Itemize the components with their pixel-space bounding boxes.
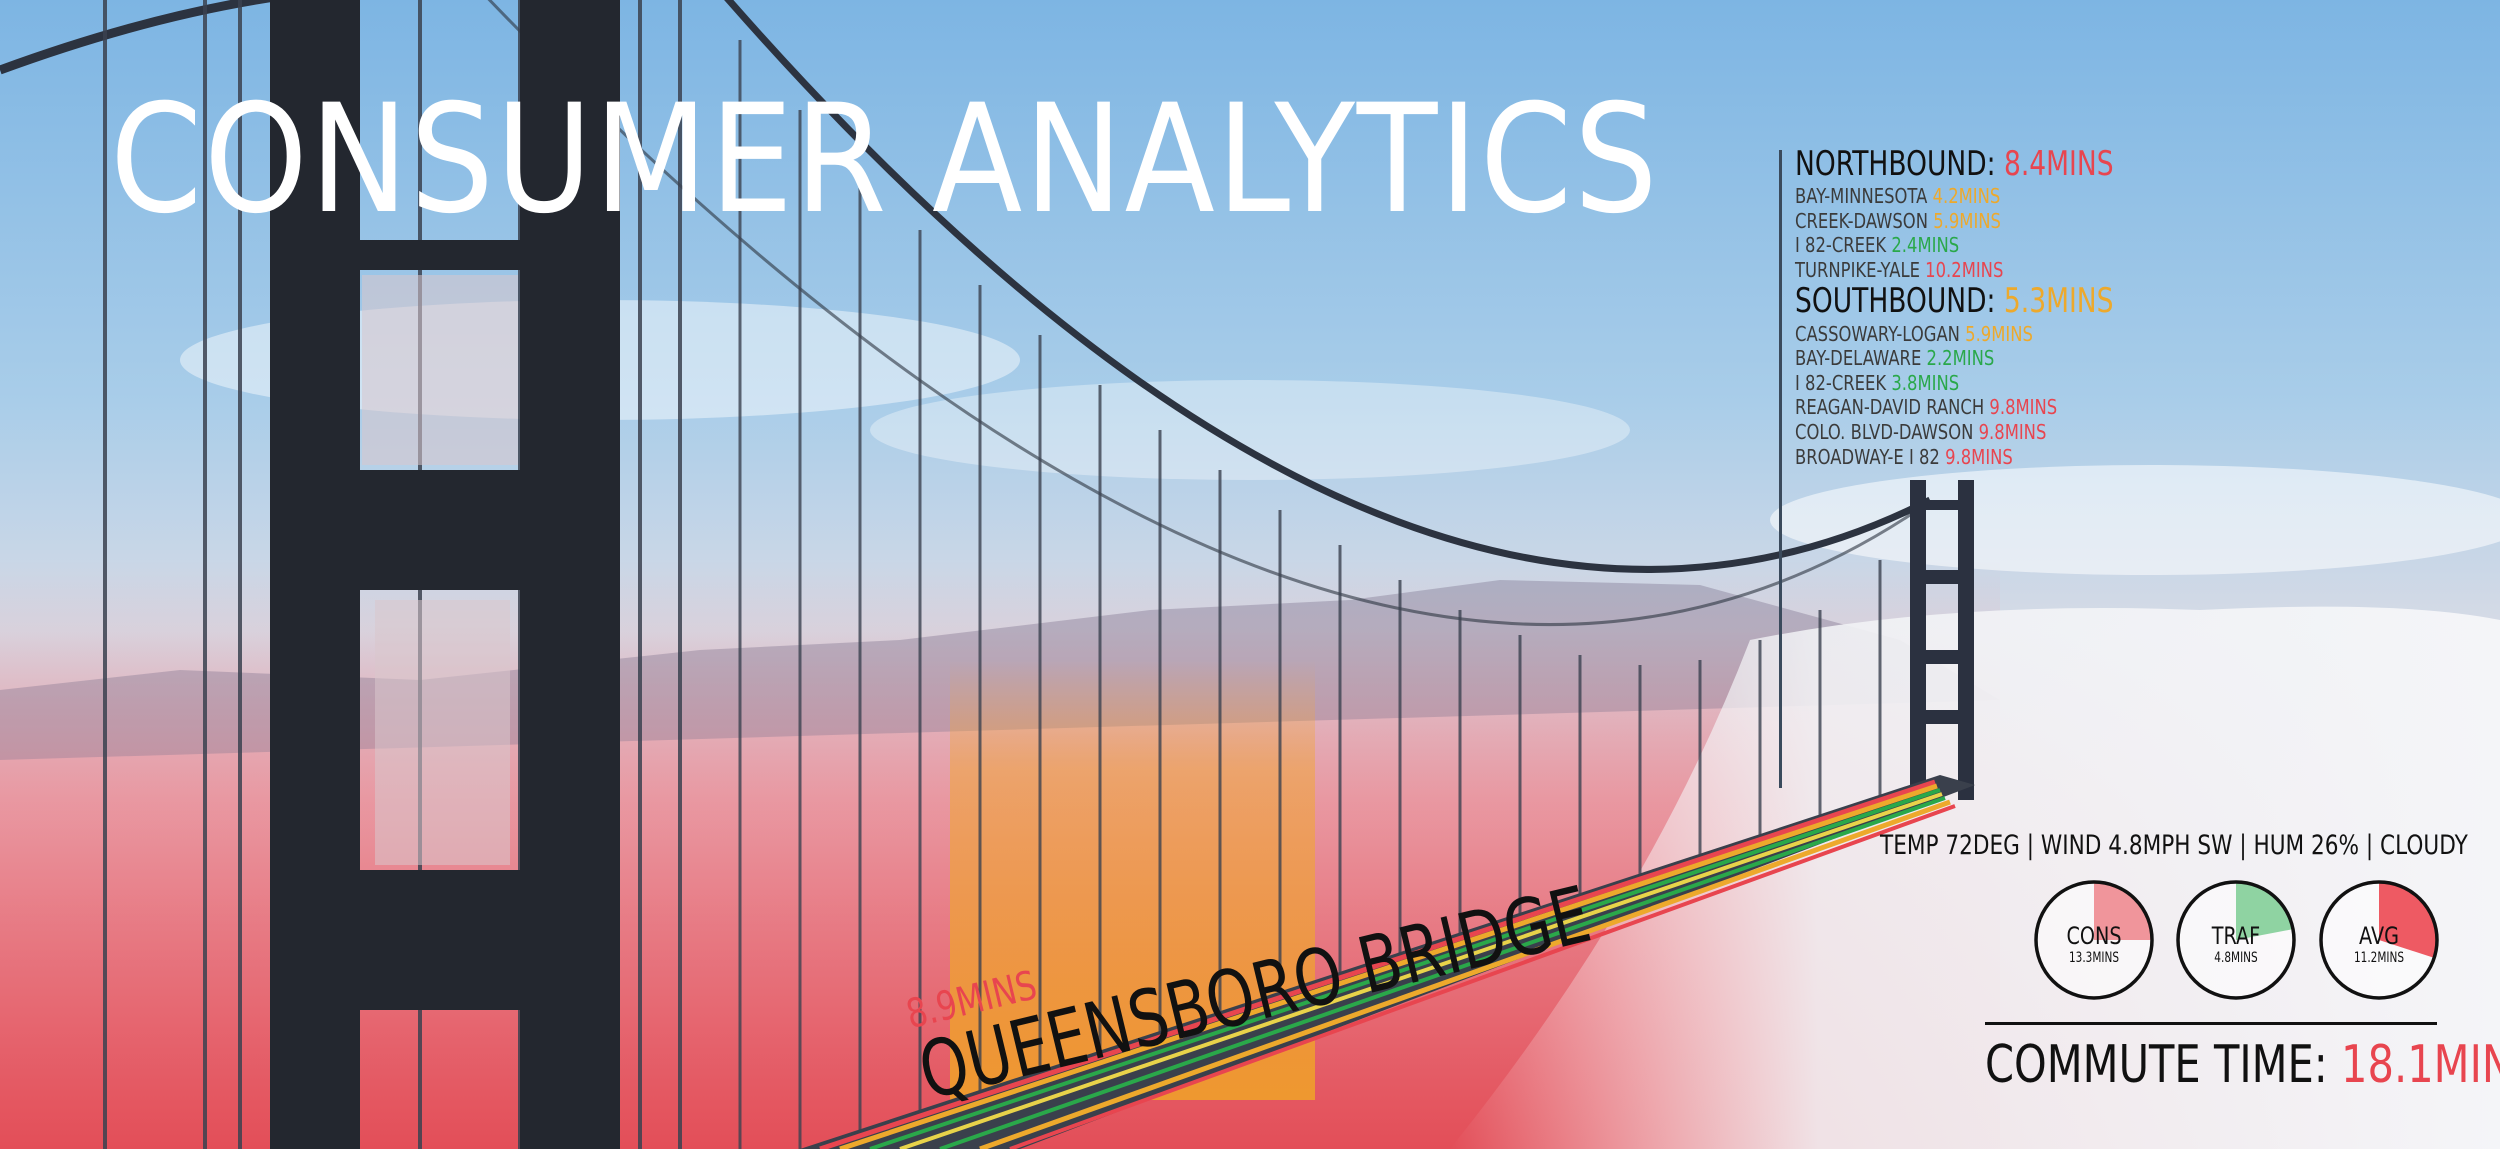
southbound-route-item: BROADWAY-E I 82 9.8MINS: [1795, 445, 2139, 470]
route-time: 9.8MINS: [1945, 444, 2013, 469]
gauge-traf-value: 4.8MINS: [2214, 950, 2258, 966]
gauge-avg-label: AVG: [2359, 922, 2399, 950]
route-time: 5.9MINS: [1965, 321, 2033, 346]
northbound-route-list: BAY-MINNESOTA 4.2MINS CREEK-DAWSON 5.9MIN…: [1795, 184, 2215, 282]
gauge-avg-value: 11.2MINS: [2353, 950, 2405, 966]
gauge-cons: CONS 13.3MINS: [2032, 878, 2156, 1002]
gauge-traf-label: TRAF: [2211, 922, 2261, 950]
commute-time-readout: COMMUTE TIME: 18.1MINS: [1985, 1035, 2500, 1095]
northbound-route-item: TURNPIKE-YALE 10.2MINS: [1795, 258, 2139, 283]
southbound-route-item: BAY-DELAWARE 2.2MINS: [1795, 346, 2139, 371]
route-name: TURNPIKE-YALE: [1795, 257, 1926, 282]
route-name: I 82-CREEK: [1795, 370, 1892, 395]
gauge-traf: TRAF 4.8MINS: [2174, 878, 2298, 1002]
route-time: 4.2MINS: [1932, 184, 2001, 209]
southbound-time: 5.3MINS: [2003, 281, 2114, 322]
northbound-route-item: I 82-CREEK 2.4MINS: [1795, 233, 2139, 258]
route-times-panel: NORTHBOUND: 8.4MINS BAY-MINNESOTA 4.2MIN…: [1795, 144, 2215, 470]
southbound-heading: SOUTHBOUND: 5.3MINS: [1795, 282, 2123, 321]
route-name: COLO. BLVD-DAWSON: [1795, 419, 1979, 444]
route-time: 9.8MINS: [1978, 419, 2047, 444]
gauge-cons-label: CONS: [2066, 922, 2122, 950]
route-name: BAY-DELAWARE: [1795, 346, 1927, 371]
southbound-route-item: I 82-CREEK 3.8MINS: [1795, 371, 2139, 396]
northbound-heading: NORTHBOUND: 8.4MINS: [1795, 144, 2123, 184]
southbound-route-list: CASSOWARY-LOGAN 5.9MINS BAY-DELAWARE 2.2M…: [1795, 322, 2215, 470]
route-name: I 82-CREEK: [1795, 233, 1892, 258]
commute-divider: [1985, 1022, 2437, 1025]
commute-label: COMMUTE TIME:: [1985, 1035, 2328, 1095]
southbound-route-item: REAGAN-DAVID RANCH 9.8MINS: [1795, 395, 2139, 420]
weather-readout: TEMP 72DEG | WIND 4.8MPH SW | HUM 26% | …: [1880, 830, 2468, 861]
route-time: 3.8MINS: [1891, 370, 1960, 395]
southbound-route-item: COLO. BLVD-DAWSON 9.8MINS: [1795, 420, 2139, 445]
route-time: 9.8MINS: [1989, 395, 2058, 420]
route-name: BAY-MINNESOTA: [1795, 184, 1933, 209]
commute-value: 18.1MINS: [2341, 1035, 2500, 1095]
route-time: 10.2MINS: [1925, 257, 2004, 282]
southbound-route-item: CASSOWARY-LOGAN 5.9MINS: [1795, 322, 2139, 347]
route-time: 5.9MINS: [1933, 208, 2001, 233]
northbound-label: NORTHBOUND:: [1795, 144, 1996, 184]
route-name: CASSOWARY-LOGAN: [1795, 321, 1966, 346]
gauge-cons-value: 13.3MINS: [2068, 950, 2120, 966]
panel-divider-vertical: [1779, 150, 1782, 788]
route-time: 2.4MINS: [1891, 233, 1960, 258]
route-name: BROADWAY-E I 82: [1795, 444, 1946, 469]
southbound-label: SOUTHBOUND:: [1795, 281, 1996, 322]
northbound-route-item: BAY-MINNESOTA 4.2MINS: [1795, 184, 2139, 209]
route-time: 2.2MINS: [1926, 346, 1995, 371]
page-title: CONSUMER ANALYTICS: [110, 73, 1660, 247]
northbound-time: 8.4MINS: [2003, 144, 2114, 184]
route-name: CREEK-DAWSON: [1795, 208, 1934, 233]
northbound-route-item: CREEK-DAWSON 5.9MINS: [1795, 209, 2139, 234]
route-name: REAGAN-DAVID RANCH: [1795, 395, 1990, 420]
gauge-avg: AVG 11.2MINS: [2317, 878, 2441, 1002]
